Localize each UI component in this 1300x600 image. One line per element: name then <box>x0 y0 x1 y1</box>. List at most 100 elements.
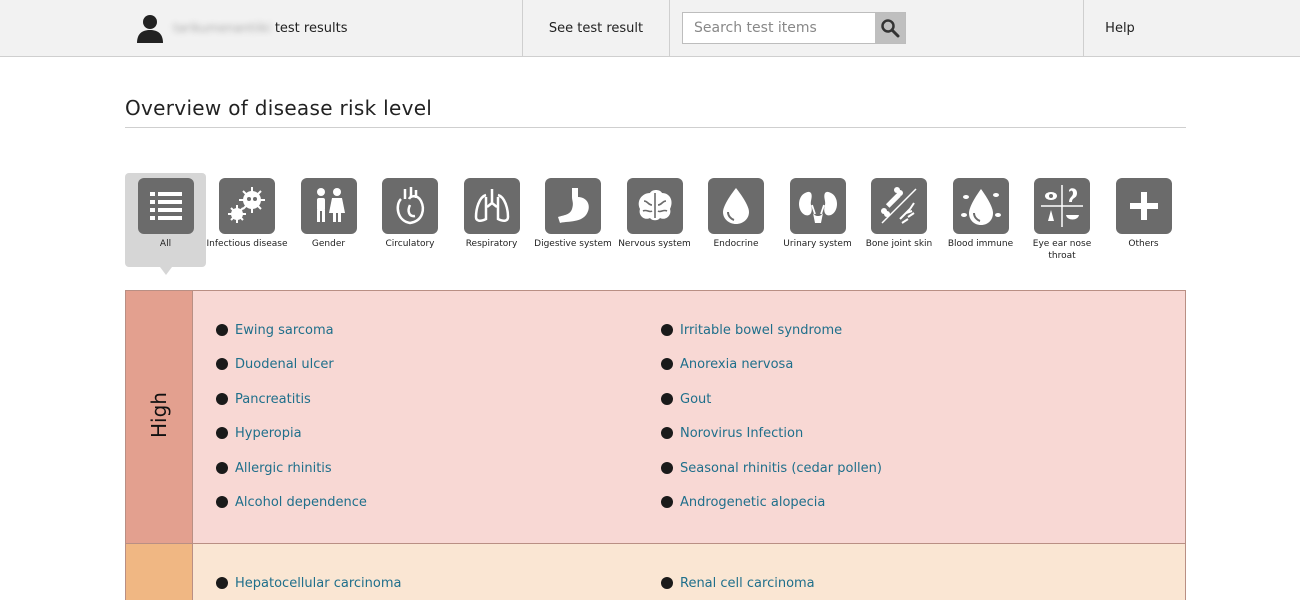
category-label: Nervous system <box>618 239 691 249</box>
list-item: Gout <box>661 389 711 409</box>
bullet-icon <box>661 427 673 439</box>
category-bar: All Infectious disease Gender Circulator… <box>125 173 1186 275</box>
list-item: Hyperopia <box>216 423 302 443</box>
category-nervous-system[interactable]: Nervous system <box>614 178 695 250</box>
bullet-icon <box>661 358 673 370</box>
drop-icon <box>708 178 764 234</box>
category-label: Blood immune <box>947 239 1014 249</box>
title-divider <box>125 127 1186 128</box>
user-account[interactable]: tarikumenantiiki test results <box>135 13 347 43</box>
list-item: Alcohol dependence <box>216 492 367 512</box>
bullet-icon <box>216 358 228 370</box>
category-label: Digestive system <box>534 239 612 249</box>
category-blood-immune[interactable]: Blood immune <box>940 178 1021 250</box>
brain-icon <box>626 178 683 234</box>
risk-section-medium: Hepatocellular carcinoma Renal cell carc… <box>126 543 1185 600</box>
risk-level-cell <box>126 544 193 600</box>
category-label: Urinary system <box>783 239 852 249</box>
eye-ear-nose-icon <box>1034 178 1090 234</box>
disease-link[interactable]: Pancreatitis <box>235 392 311 407</box>
disease-link[interactable]: Androgenetic alopecia <box>680 495 825 510</box>
disease-link[interactable]: Anorexia nervosa <box>680 357 793 372</box>
category-label: Circulatory <box>385 239 435 249</box>
lungs-icon <box>463 178 520 234</box>
bullet-icon <box>216 462 228 474</box>
category-respiratory[interactable]: Respiratory <box>451 178 532 250</box>
list-item: Anorexia nervosa <box>661 354 793 374</box>
virus-icon <box>219 178 275 234</box>
list-item: Renal cell carcinoma <box>661 573 815 593</box>
disease-link[interactable]: Norovirus Infection <box>680 426 803 441</box>
category-label: Gender <box>311 239 346 249</box>
category-bone-joint-skin[interactable]: Bone joint skin <box>859 178 940 250</box>
list-item: Allergic rhinitis <box>216 458 332 478</box>
page-title: Overview of disease risk level <box>125 96 433 120</box>
plus-icon <box>1115 178 1172 234</box>
category-label: Infectious disease <box>206 239 288 249</box>
category-label: All <box>159 239 172 249</box>
disease-link[interactable]: Seasonal rhinitis (cedar pollen) <box>680 461 882 476</box>
disease-link[interactable]: Renal cell carcinoma <box>680 576 815 591</box>
disease-link[interactable]: Irritable bowel syndrome <box>680 323 842 338</box>
bullet-icon <box>216 393 228 405</box>
disease-link[interactable]: Ewing sarcoma <box>235 323 334 338</box>
category-digestive-system[interactable]: Digestive system <box>533 178 614 250</box>
blood-drop-icon <box>952 178 1009 234</box>
list-item: Seasonal rhinitis (cedar pollen) <box>661 458 882 478</box>
bullet-icon <box>216 496 228 508</box>
disease-link[interactable]: Gout <box>680 392 711 407</box>
search-box <box>682 12 906 44</box>
category-label: Respiratory <box>465 239 518 249</box>
bullet-icon <box>661 393 673 405</box>
category-circulatory[interactable]: Circulatory <box>370 178 451 250</box>
list-item: Hepatocellular carcinoma <box>216 573 401 593</box>
header-divider <box>669 0 670 57</box>
disease-link[interactable]: Hyperopia <box>235 426 302 441</box>
category-eye-ear-nose-throat[interactable]: Eye ear nose throat <box>1022 178 1103 262</box>
bullet-icon <box>661 462 673 474</box>
list-item: Norovirus Infection <box>661 423 803 443</box>
user-results-label: test results <box>274 20 348 36</box>
gender-icon <box>300 178 357 234</box>
category-label: Bone joint skin <box>865 239 933 249</box>
category-label: Endocrine <box>713 239 759 249</box>
search-button[interactable] <box>875 13 905 43</box>
heart-icon <box>382 178 438 234</box>
list-icon <box>137 178 194 234</box>
bone-icon <box>871 178 927 234</box>
list-item: Androgenetic alopecia <box>661 492 825 512</box>
category-urinary-system[interactable]: Urinary system <box>777 178 858 250</box>
header-divider <box>1083 0 1084 57</box>
disease-link[interactable]: Alcohol dependence <box>235 495 367 510</box>
search-icon <box>881 19 900 38</box>
risk-section-high: High Ewing sarcoma Duodenal ulcer Pancre… <box>126 291 1185 543</box>
bullet-icon <box>216 324 228 336</box>
kidney-icon <box>789 178 846 234</box>
bullet-icon <box>661 496 673 508</box>
bullet-icon <box>216 427 228 439</box>
help-link[interactable]: Help <box>1085 0 1155 57</box>
category-others[interactable]: Others <box>1103 178 1184 250</box>
bullet-icon <box>216 577 228 589</box>
risk-level-cell: High <box>126 291 193 543</box>
category-endocrine[interactable]: Endocrine <box>696 178 777 250</box>
disease-link[interactable]: Allergic rhinitis <box>235 461 332 476</box>
category-label: Eye ear nose throat <box>1032 239 1092 261</box>
list-item: Irritable bowel syndrome <box>661 320 842 340</box>
list-item: Ewing sarcoma <box>216 320 334 340</box>
user-icon <box>137 15 163 43</box>
list-item: Duodenal ulcer <box>216 354 334 374</box>
user-name: tarikumenantiiki <box>173 21 271 35</box>
search-input[interactable] <box>683 13 876 43</box>
risk-level-label: High <box>147 392 171 438</box>
see-test-result-link[interactable]: See test result <box>523 0 669 57</box>
disease-link[interactable]: Hepatocellular carcinoma <box>235 576 401 591</box>
category-all[interactable]: All <box>125 178 206 250</box>
disease-link[interactable]: Duodenal ulcer <box>235 357 334 372</box>
bullet-icon <box>661 577 673 589</box>
risk-level-table: High Ewing sarcoma Duodenal ulcer Pancre… <box>125 290 1186 600</box>
category-infectious-disease[interactable]: Infectious disease <box>207 178 288 250</box>
category-gender[interactable]: Gender <box>288 178 369 250</box>
bullet-icon <box>661 324 673 336</box>
top-header: tarikumenantiiki test results See test r… <box>0 0 1300 57</box>
